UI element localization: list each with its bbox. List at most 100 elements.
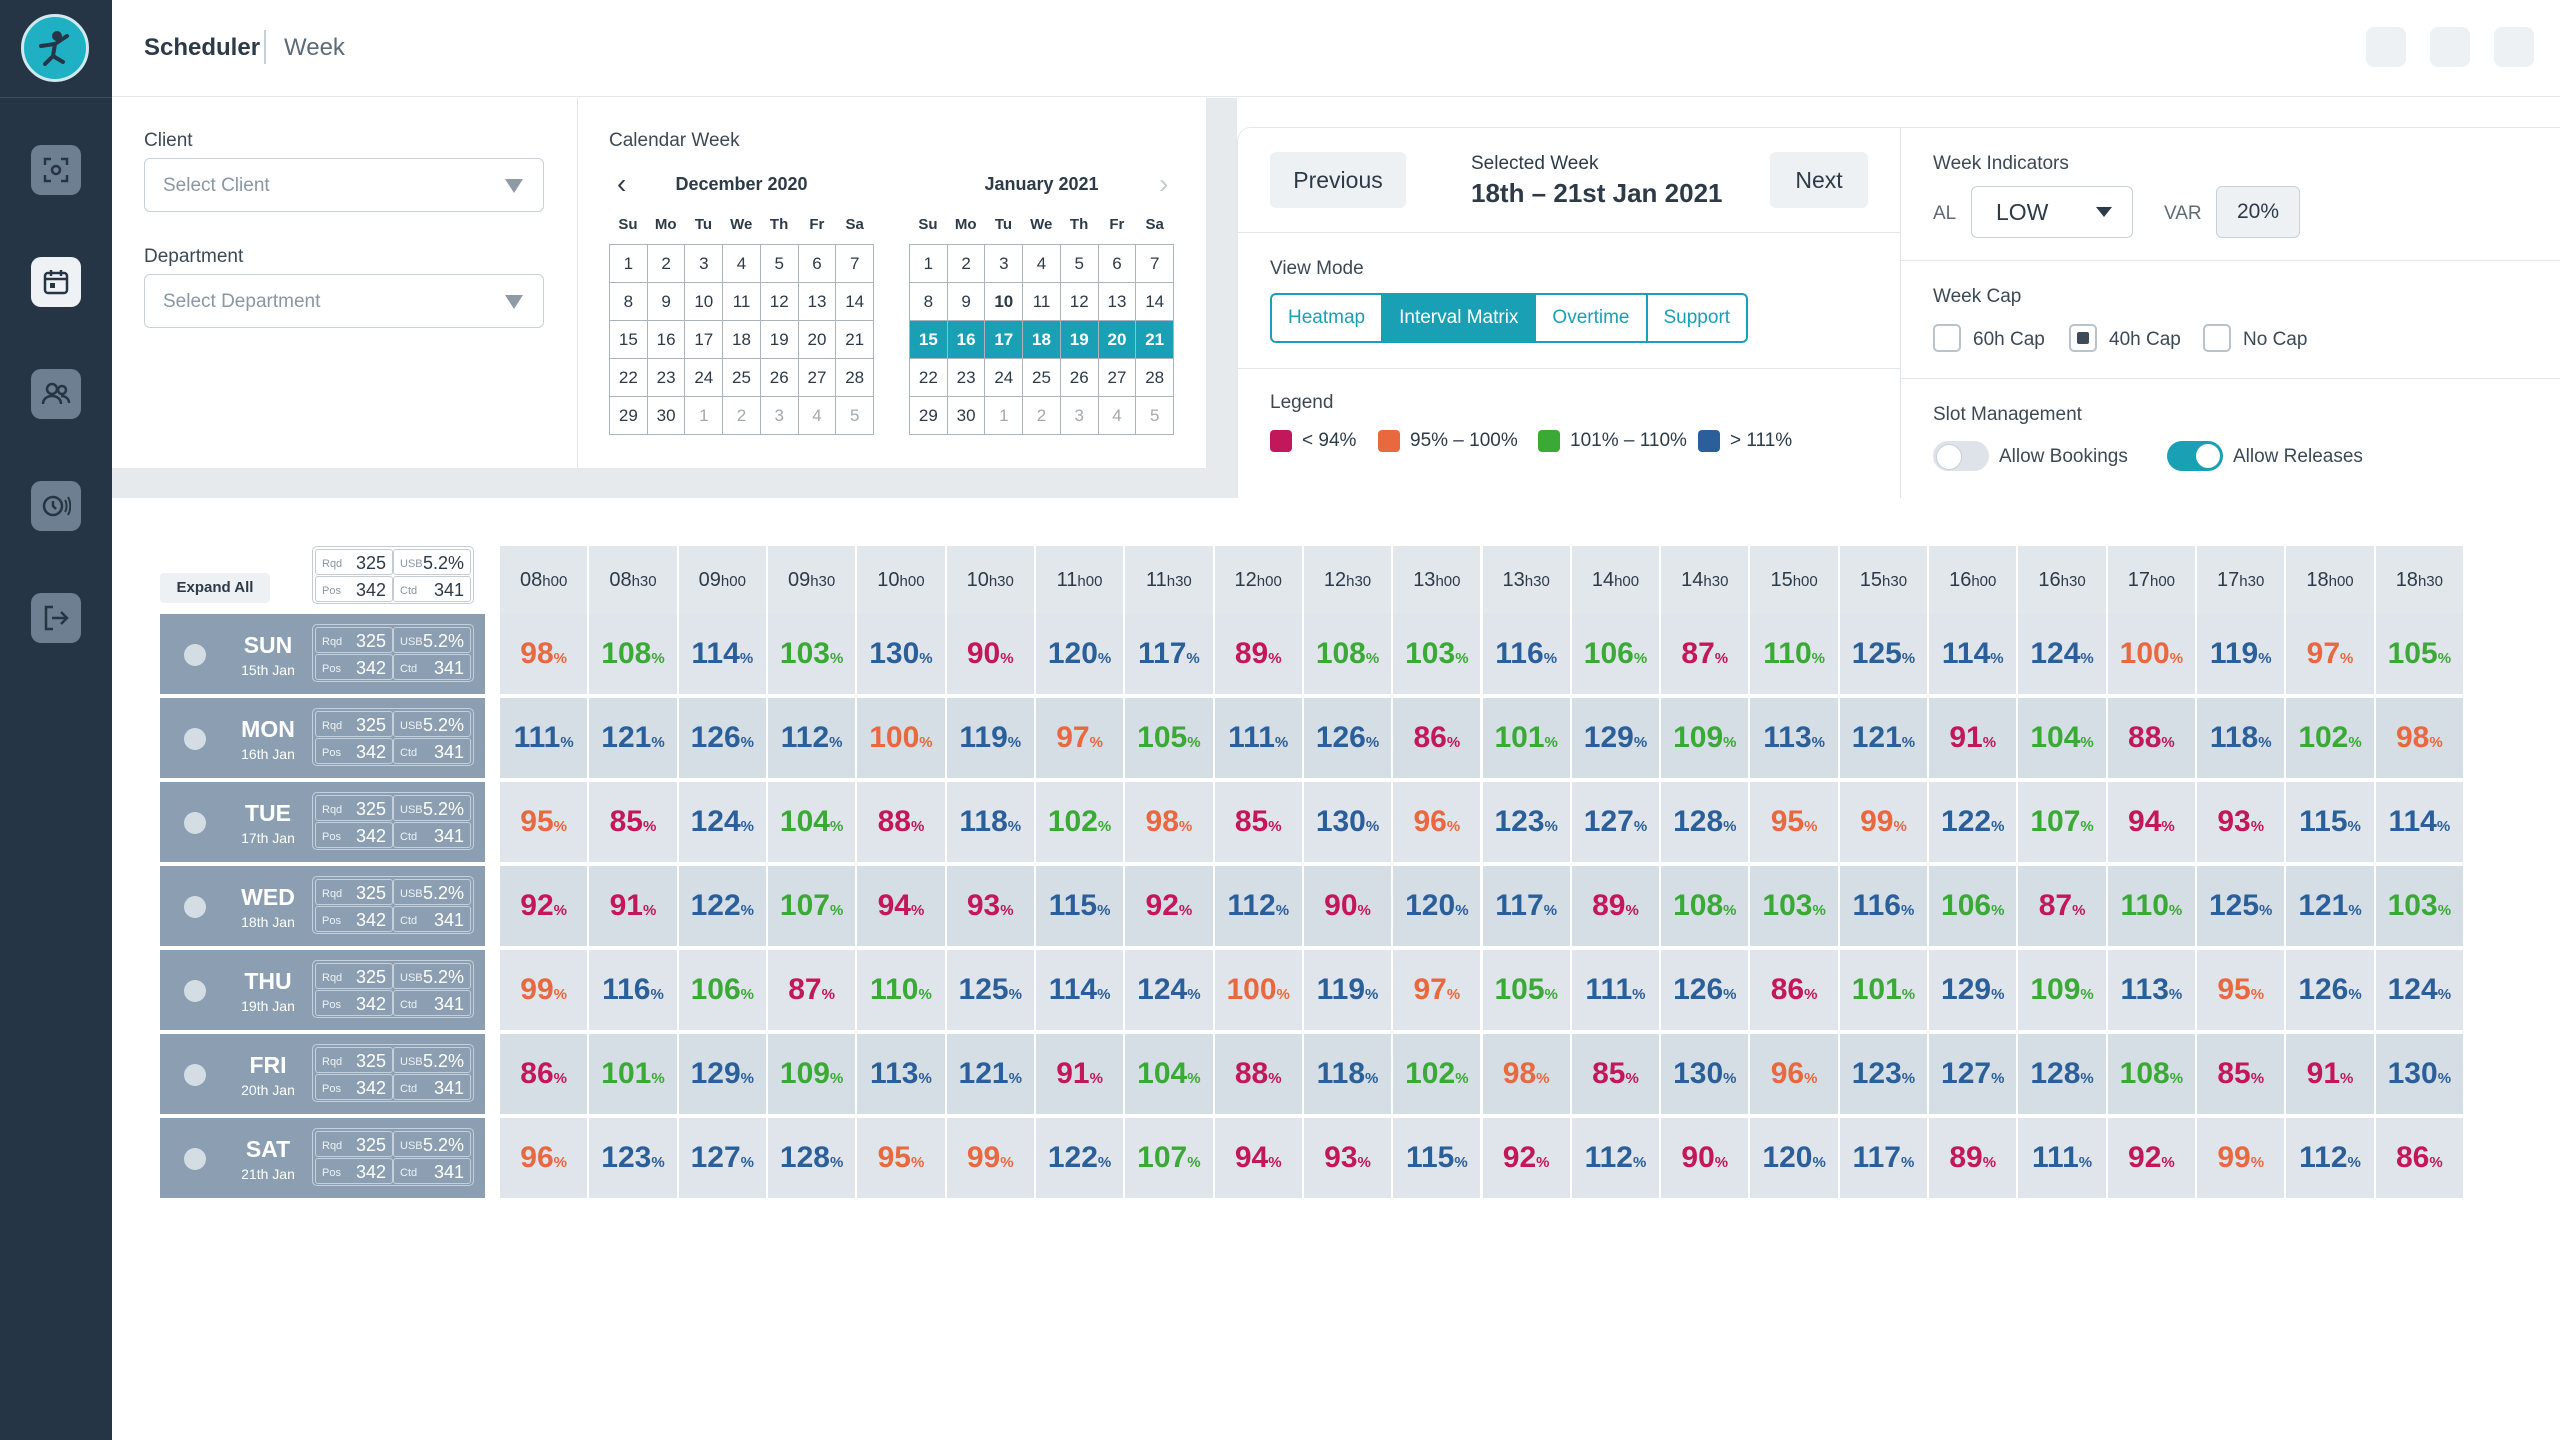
interval-cell[interactable]: 98% — [1125, 782, 1213, 862]
interval-cell[interactable]: 85% — [1214, 782, 1302, 862]
interval-cell[interactable]: 94% — [1214, 1118, 1302, 1198]
calendar-day[interactable]: 6 — [798, 245, 837, 283]
interval-cell[interactable]: 98% — [1482, 1034, 1570, 1114]
tab-support[interactable]: Support — [1648, 295, 1747, 341]
tab-interval-matrix[interactable]: Interval Matrix — [1383, 295, 1537, 341]
calendar-day[interactable]: 23 — [647, 359, 686, 397]
nav-users-button[interactable] — [31, 369, 81, 419]
client-select[interactable]: Select Client — [144, 158, 544, 212]
interval-cell[interactable]: 128% — [2018, 1034, 2106, 1114]
calendar-day[interactable]: 28 — [836, 359, 875, 397]
nav-exit-button[interactable] — [31, 593, 81, 643]
expand-all-button[interactable]: Expand All — [160, 573, 270, 603]
calendar-day[interactable]: 5 — [1136, 397, 1175, 435]
logo-icon[interactable] — [21, 14, 89, 82]
interval-cell[interactable]: 116% — [1482, 614, 1570, 694]
interval-cell[interactable]: 124% — [1125, 950, 1213, 1030]
nav-scan-button[interactable] — [31, 145, 81, 195]
interval-cell[interactable]: 106% — [678, 950, 766, 1030]
calendar-day[interactable]: 15 — [910, 321, 948, 359]
day-row-header[interactable]: WED 18th Jan Rqd 325 USB 5.2% Pos 342 Ctd 341 — [160, 866, 485, 946]
interval-cell[interactable]: 100% — [1214, 950, 1302, 1030]
interval-cell[interactable]: 95% — [857, 1118, 945, 1198]
interval-cell[interactable]: 111% — [2018, 1118, 2106, 1198]
calendar-week-row[interactable]: 22 23 24 25 26 27 28 — [610, 359, 875, 397]
interval-cell[interactable]: 91% — [1035, 1034, 1124, 1114]
interval-cell[interactable]: 126% — [1661, 950, 1749, 1030]
calendar-day[interactable]: 4 — [798, 397, 837, 435]
allow-bookings-toggle[interactable] — [1933, 441, 1989, 471]
calendar-day[interactable]: 18 — [1023, 321, 1061, 359]
interval-cell[interactable]: 92% — [1482, 1118, 1570, 1198]
interval-cell[interactable]: 119% — [946, 698, 1034, 778]
calendar-day[interactable]: 16 — [647, 321, 686, 359]
var-input[interactable]: 20% — [2216, 186, 2300, 238]
calendar-day[interactable]: 13 — [1098, 283, 1137, 321]
row-select-radio[interactable] — [184, 644, 206, 666]
interval-cell[interactable]: 119% — [2197, 614, 2285, 694]
interval-cell[interactable]: 103% — [767, 614, 856, 694]
calendar-day[interactable]: 2 — [1023, 397, 1061, 435]
calendar-day[interactable]: 4 — [723, 245, 761, 283]
interval-cell[interactable]: 97% — [2286, 614, 2374, 694]
interval-cell[interactable]: 95% — [2197, 950, 2285, 1030]
interval-cell[interactable]: 101% — [589, 1034, 677, 1114]
interval-cell[interactable]: 111% — [1571, 950, 1660, 1030]
interval-cell[interactable]: 104% — [767, 782, 856, 862]
calendar-day[interactable]: 14 — [836, 283, 875, 321]
calendar-day[interactable]: 20 — [1098, 321, 1137, 359]
interval-cell[interactable]: 99% — [946, 1118, 1034, 1198]
interval-cell[interactable]: 122% — [1035, 1118, 1124, 1198]
interval-cell[interactable]: 97% — [1035, 698, 1124, 778]
interval-cell[interactable]: 122% — [678, 866, 766, 946]
calendar-day[interactable]: 12 — [760, 283, 799, 321]
interval-cell[interactable]: 110% — [1750, 614, 1838, 694]
interval-cell[interactable]: 95% — [500, 782, 588, 862]
calendar-day[interactable]: 6 — [1098, 245, 1137, 283]
interval-cell[interactable]: 106% — [1571, 614, 1660, 694]
interval-cell[interactable]: 117% — [1482, 866, 1570, 946]
nav-clock-button[interactable] — [31, 481, 81, 531]
interval-cell[interactable]: 102% — [2286, 698, 2374, 778]
previous-button[interactable]: Previous — [1270, 152, 1406, 208]
interval-cell[interactable]: 105% — [1482, 950, 1570, 1030]
calendar-week-row[interactable]: 15 16 17 18 19 20 21 — [910, 321, 1175, 359]
interval-cell[interactable]: 125% — [946, 950, 1034, 1030]
interval-cell[interactable]: 94% — [2107, 782, 2196, 862]
interval-cell[interactable]: 121% — [946, 1034, 1034, 1114]
day-row-header[interactable]: SAT 21th Jan Rqd 325 USB 5.2% Pos 342 Ctd 341 — [160, 1118, 485, 1198]
interval-cell[interactable]: 113% — [857, 1034, 945, 1114]
calendar-day[interactable]: 24 — [985, 359, 1024, 397]
calendar-day[interactable]: 2 — [647, 245, 686, 283]
calendar-day[interactable]: 17 — [985, 321, 1024, 359]
calendar-day[interactable]: 19 — [760, 321, 799, 359]
calendar-day[interactable]: 29 — [910, 397, 948, 435]
calendar-day[interactable]: 11 — [1023, 283, 1061, 321]
calendar-day[interactable]: 12 — [1060, 283, 1099, 321]
calendar-day[interactable]: 5 — [760, 245, 799, 283]
calendar-day[interactable]: 2 — [723, 397, 761, 435]
interval-cell[interactable]: 111% — [500, 698, 588, 778]
calendar-day[interactable]: 23 — [947, 359, 986, 397]
calendar-day[interactable]: 1 — [985, 397, 1024, 435]
calendar-day[interactable]: 19 — [1060, 321, 1099, 359]
interval-cell[interactable]: 96% — [1750, 1034, 1838, 1114]
interval-cell[interactable]: 122% — [1929, 782, 2017, 862]
interval-cell[interactable]: 111% — [1214, 698, 1302, 778]
department-select[interactable]: Select Department — [144, 274, 544, 328]
calendar-day[interactable]: 25 — [1023, 359, 1061, 397]
interval-cell[interactable]: 102% — [1035, 782, 1124, 862]
day-row-header[interactable]: THU 19th Jan Rqd 325 USB 5.2% Pos 342 Ctd 341 — [160, 950, 485, 1030]
calendar-day[interactable]: 25 — [723, 359, 761, 397]
interval-cell[interactable]: 87% — [767, 950, 856, 1030]
interval-cell[interactable]: 108% — [589, 614, 677, 694]
calendar-day[interactable]: 20 — [798, 321, 837, 359]
cap-40h-checkbox[interactable] — [2069, 324, 2097, 352]
calendar-day[interactable]: 15 — [610, 321, 648, 359]
toolbar-button-3[interactable] — [2494, 27, 2534, 67]
calendar-day[interactable]: 14 — [1136, 283, 1175, 321]
calendar-day[interactable]: 7 — [836, 245, 875, 283]
calendar-week-row[interactable]: 8 9 10 11 12 13 14 — [910, 283, 1175, 321]
interval-cell[interactable]: 130% — [857, 614, 945, 694]
interval-cell[interactable]: 112% — [1214, 866, 1302, 946]
